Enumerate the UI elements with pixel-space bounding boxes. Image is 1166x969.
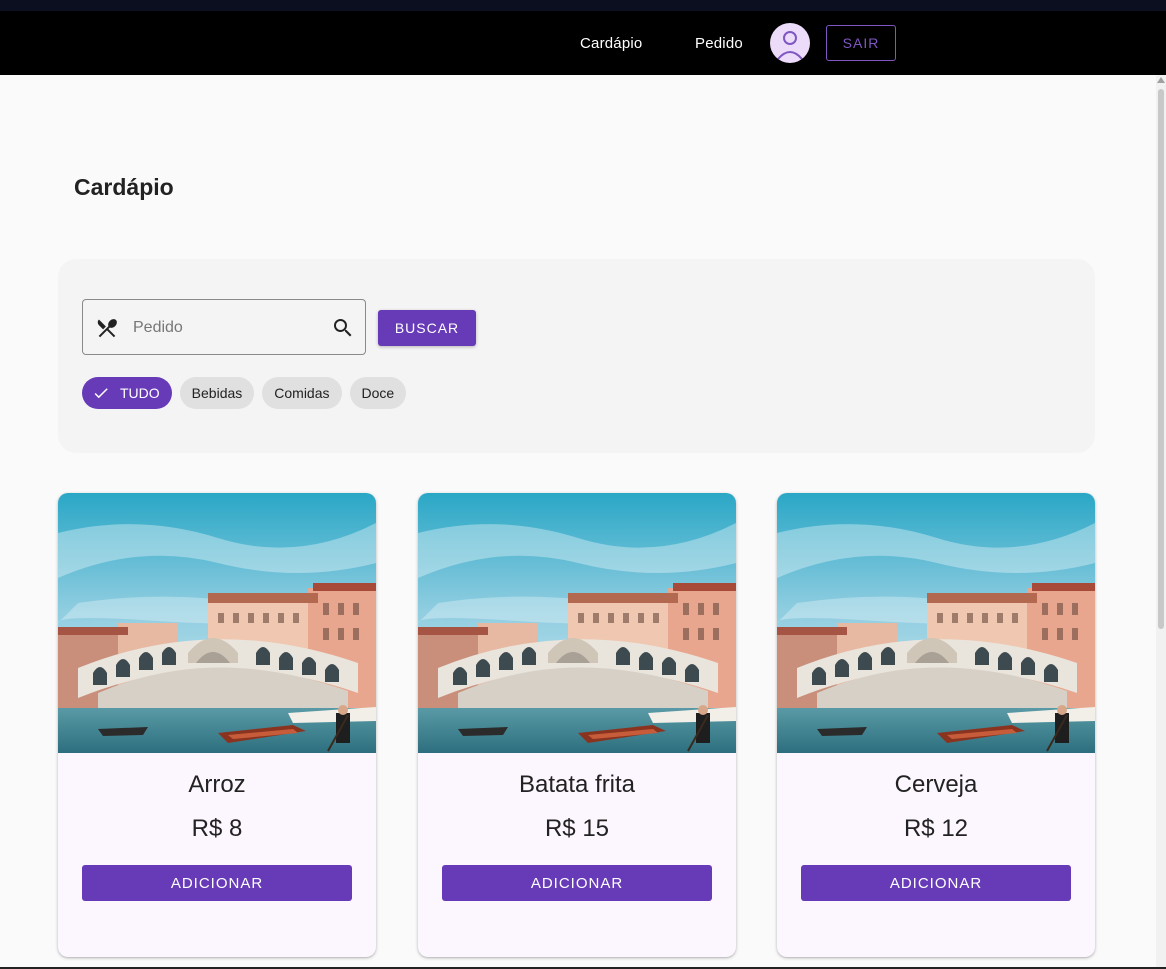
chip-label: TUDO	[120, 385, 160, 401]
user-avatar-icon[interactable]	[770, 23, 810, 63]
chip-comidas[interactable]: Comidas	[262, 377, 342, 409]
product-name: Arroz	[188, 771, 246, 798]
add-to-order-button[interactable]: ADICIONAR	[442, 865, 712, 901]
search-button[interactable]: BUSCAR	[378, 310, 476, 346]
add-to-order-button[interactable]: ADICIONAR	[82, 865, 352, 901]
chip-doce[interactable]: Doce	[349, 377, 407, 409]
nav-link-cardapio[interactable]: Cardápio	[580, 11, 642, 75]
add-to-order-button[interactable]: ADICIONAR	[801, 865, 1071, 901]
logout-button[interactable]: SAIR	[826, 25, 896, 61]
search-icon[interactable]	[331, 316, 355, 340]
product-price: R$ 15	[544, 815, 610, 842]
category-chips: TUDO Bebidas Comidas Doce	[82, 377, 407, 409]
check-icon	[94, 388, 108, 399]
product-image	[58, 493, 376, 753]
scroll-up-arrow-icon[interactable]	[1157, 77, 1165, 83]
chip-tudo[interactable]: TUDO	[82, 377, 172, 409]
scrollbar-thumb[interactable]	[1158, 89, 1164, 629]
filter-panel: BUSCAR TUDO Bebidas Comidas Doce	[58, 259, 1095, 453]
product-price: R$ 8	[191, 815, 243, 842]
chip-label: Doce	[361, 385, 395, 401]
page-title: Cardápio	[74, 174, 174, 200]
product-name: Cerveja	[894, 771, 978, 798]
product-image	[777, 493, 1095, 753]
nav-link-pedido[interactable]: Pedido	[695, 11, 743, 75]
chip-label: Bebidas	[191, 385, 243, 401]
chip-bebidas[interactable]: Bebidas	[179, 377, 255, 409]
product-image	[418, 493, 736, 753]
window-top-strip	[0, 0, 1166, 11]
page-scrollbar[interactable]	[1156, 75, 1166, 969]
product-price: R$ 12	[903, 815, 969, 842]
product-grid: Arroz R$ 8 ADICIONAR Batata frita R$ 15 …	[58, 493, 1095, 969]
top-navbar: Cardápio Pedido SAIR	[0, 11, 1166, 75]
product-card: Cerveja R$ 12 ADICIONAR	[777, 493, 1095, 957]
chip-label: Comidas	[274, 385, 330, 401]
search-field[interactable]	[82, 299, 366, 355]
product-card: Batata frita R$ 15 ADICIONAR	[418, 493, 736, 957]
utensils-icon	[97, 319, 117, 338]
product-card: Arroz R$ 8 ADICIONAR	[58, 493, 376, 957]
product-name: Batata frita	[518, 771, 636, 798]
search-input[interactable]	[133, 314, 323, 342]
